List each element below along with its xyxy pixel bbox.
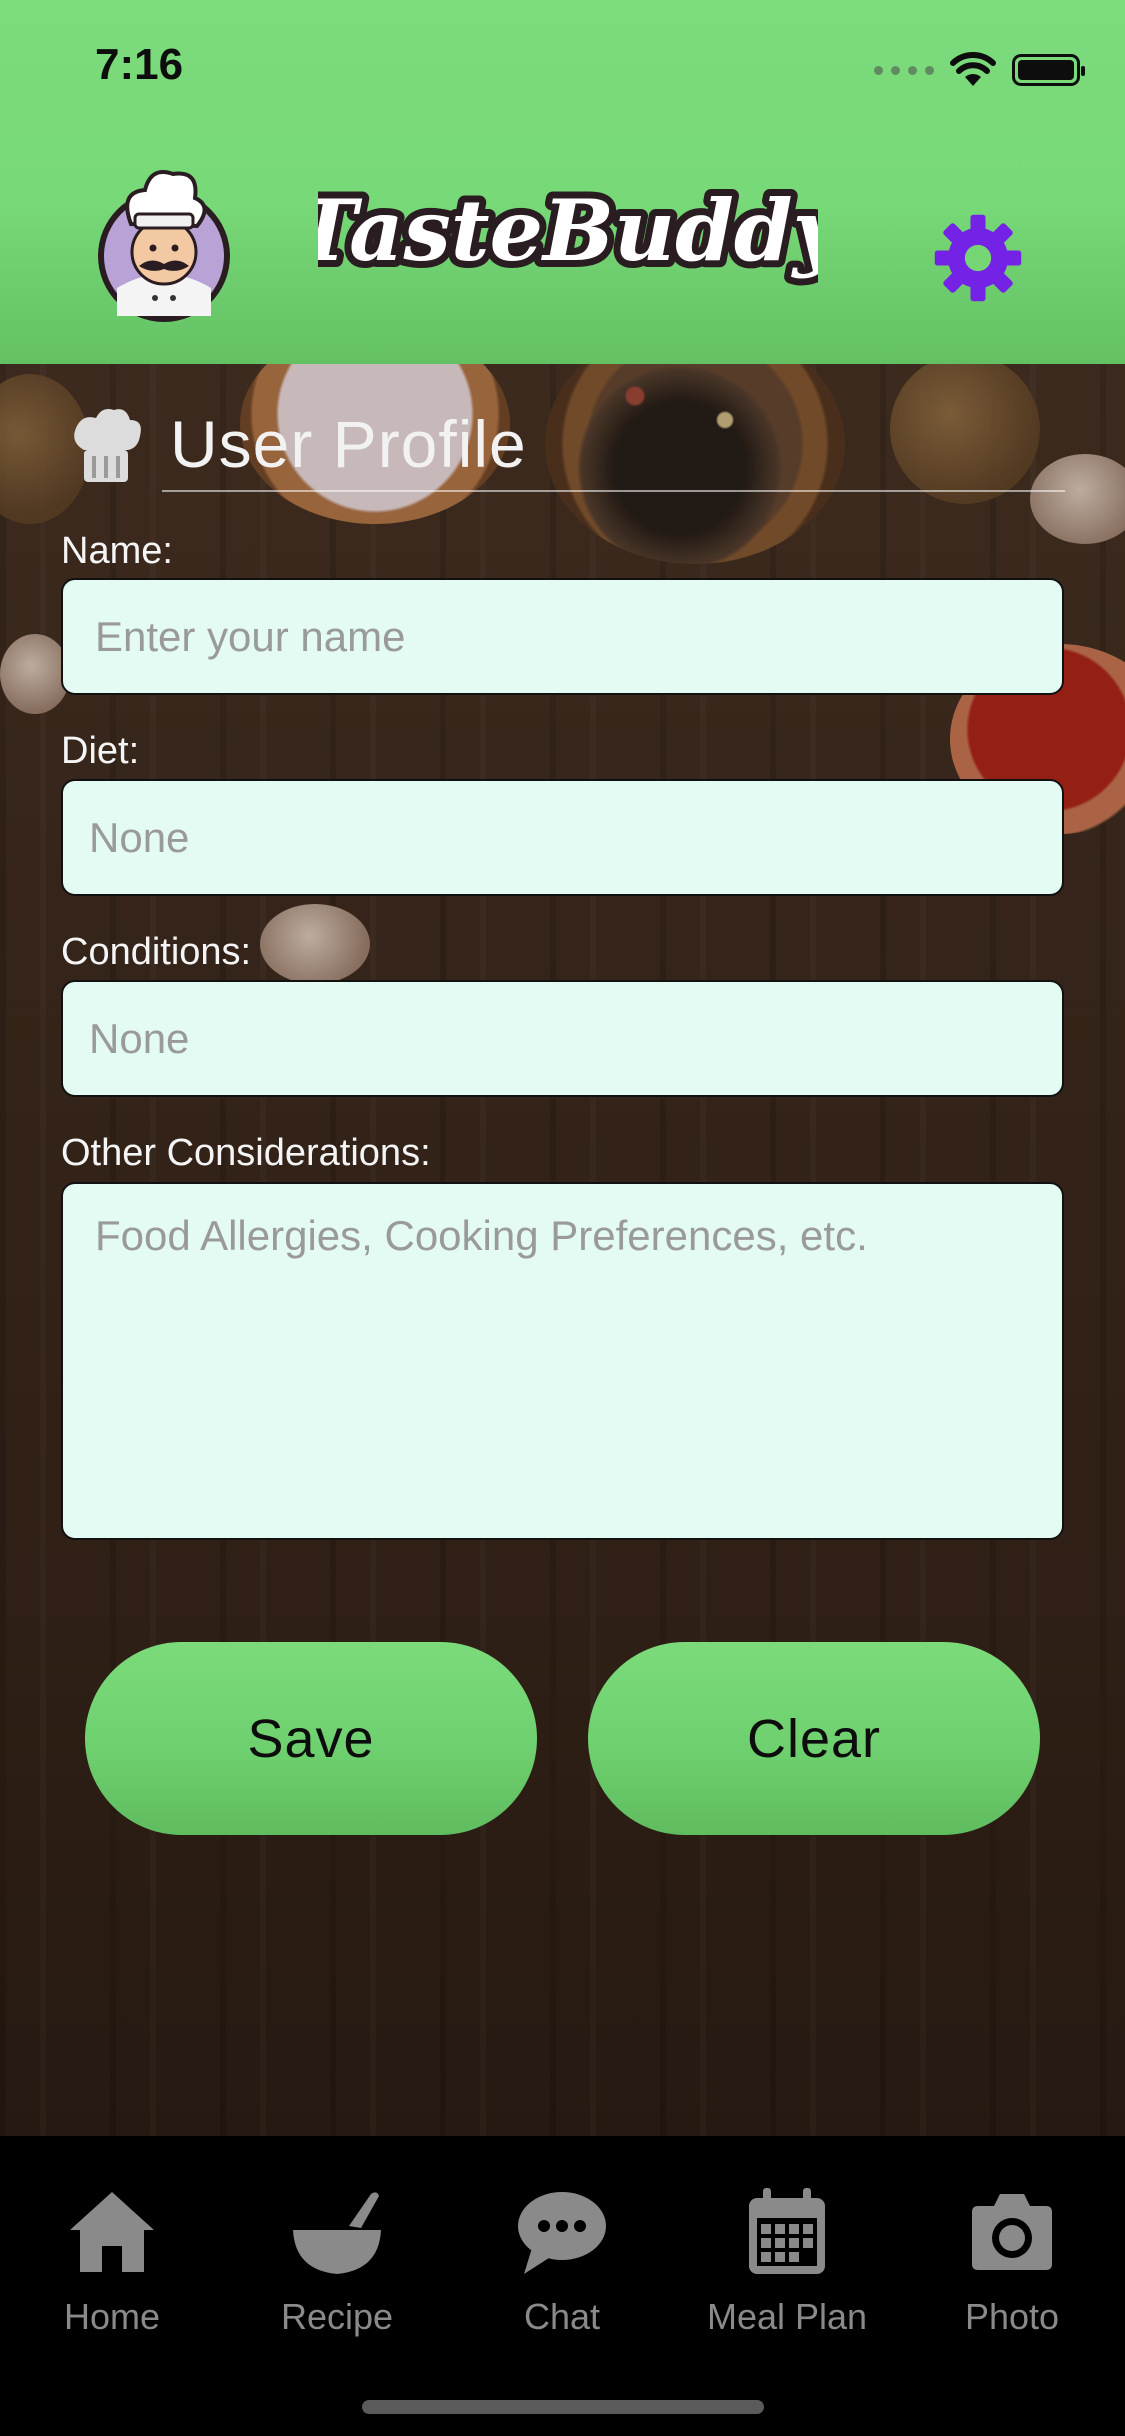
tab-photo[interactable]: Photo	[912, 2182, 1112, 2362]
diet-field[interactable]: None	[61, 779, 1064, 896]
chef-hat-icon	[74, 409, 141, 482]
name-label: Name:	[61, 530, 173, 572]
app-header: 7:16 TasteBuddy TasteBuddy	[0, 0, 1125, 364]
profile-content: User Profile Name: Enter your name Diet:…	[0, 364, 1125, 2136]
tab-bar: Home Recipe Chat Meal Plan Photo	[0, 2136, 1125, 2436]
name-field[interactable]: Enter your name	[61, 578, 1064, 695]
tab-home[interactable]: Home	[12, 2182, 212, 2362]
title-divider	[162, 490, 1065, 492]
settings-button[interactable]	[928, 208, 1028, 308]
tab-chat-label: Chat	[523, 2296, 601, 2337]
diet-label: Diet:	[61, 730, 140, 772]
gear-icon	[934, 214, 1022, 302]
tab-chat[interactable]: Chat	[462, 2182, 662, 2362]
other-considerations-textarea[interactable]: Food Allergies, Cooking Preferences, etc…	[61, 1182, 1064, 1540]
app-title-logo: TasteBuddy TasteBuddy	[318, 174, 818, 287]
chef-avatar[interactable]	[95, 148, 233, 326]
tab-meal-plan-label: Meal Plan	[706, 2296, 868, 2337]
calendar-icon	[749, 2188, 825, 2274]
tab-recipe[interactable]: Recipe	[237, 2182, 437, 2362]
section-header: User Profile	[70, 398, 1065, 494]
home-indicator[interactable]	[362, 2400, 764, 2414]
battery-icon	[1012, 54, 1085, 86]
app-title-text: TasteBuddy	[318, 181, 818, 280]
clear-button[interactable]: Clear	[588, 1642, 1040, 1835]
bowl-icon	[293, 2192, 381, 2274]
tab-home-label: Home	[63, 2296, 161, 2337]
conditions-field[interactable]: None	[61, 980, 1064, 1097]
status-time: 7:16	[95, 40, 184, 89]
conditions-label: Conditions:	[61, 931, 252, 973]
tab-recipe-label: Recipe	[280, 2296, 394, 2337]
save-button[interactable]: Save	[85, 1642, 537, 1835]
signal-icon	[874, 65, 934, 75]
home-icon	[70, 2192, 154, 2272]
wifi-icon	[950, 52, 996, 86]
chat-bubble-icon	[518, 2192, 606, 2274]
camera-icon	[972, 2194, 1052, 2270]
status-icons	[874, 50, 1085, 90]
page-title: User Profile	[170, 407, 527, 481]
tab-meal-plan[interactable]: Meal Plan	[687, 2182, 887, 2362]
tab-photo-label: Photo	[964, 2296, 1060, 2337]
other-considerations-label: Other Considerations:	[61, 1132, 431, 1174]
